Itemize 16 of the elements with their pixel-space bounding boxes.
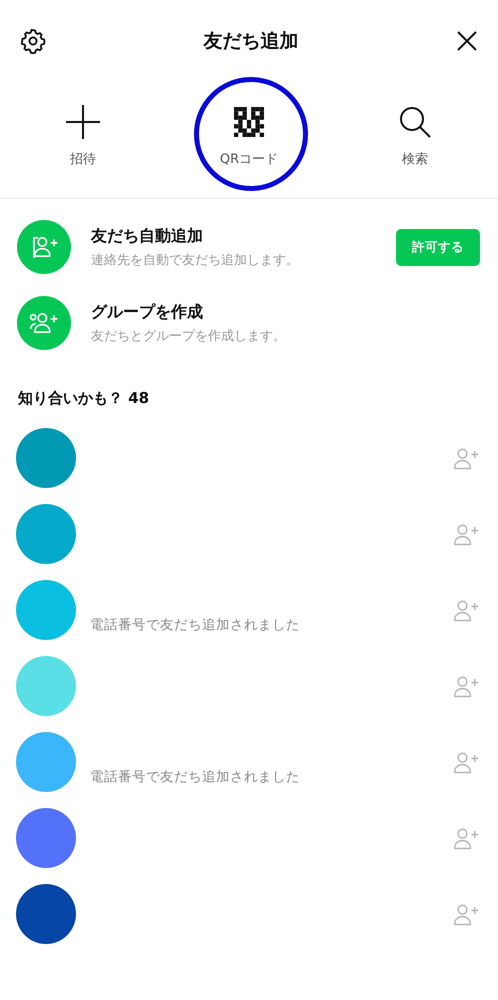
action-button[interactable]: 検索 <box>332 82 498 198</box>
action-button[interactable]: 招待 <box>0 82 166 198</box>
feature-title: 友だち自動追加 <box>91 226 204 246</box>
feature-description: 友だちとグループを作成します。 <box>91 328 287 344</box>
feature-description: 連絡先を自動で友だち追加します。 <box>91 252 300 268</box>
plus-icon <box>66 105 100 139</box>
search-icon <box>398 105 432 139</box>
qr-code-icon <box>234 107 264 137</box>
close-icon[interactable] <box>456 30 478 52</box>
friend-note: 電話番号で友だち追加されました <box>90 769 300 785</box>
feature-title: グループを作成 <box>91 302 204 322</box>
action-button[interactable]: QRコード <box>166 82 332 198</box>
section-heading: 知り合いかも？ 48 <box>18 389 150 408</box>
page-title: 友だち追加 <box>204 29 298 54</box>
friend-note: 電話番号で友だち追加されました <box>90 617 300 633</box>
settings-icon[interactable] <box>20 28 46 54</box>
